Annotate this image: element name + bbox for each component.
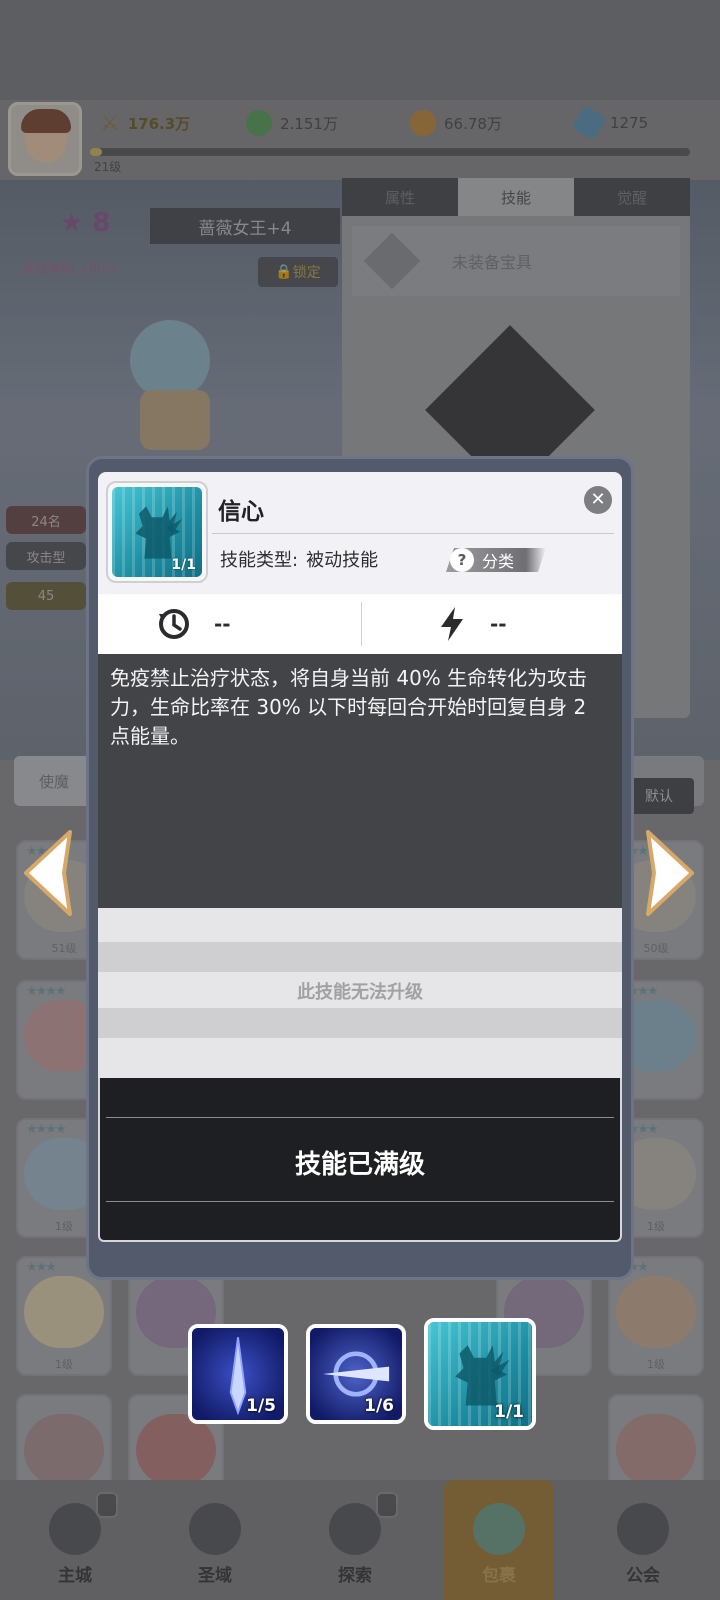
skill-type-value: 被动技能 xyxy=(306,550,379,571)
skill-icon-art: 1/1 xyxy=(112,487,202,577)
upgrade-stripe xyxy=(98,942,622,972)
skill-type-row: 技能类型: 被动技能 xyxy=(220,546,378,572)
skill-description-box: 免疫禁止治疗状态，将自身当前 40% 生命转化为攻击力，生命比率在 30% 以下… xyxy=(98,654,622,908)
lightning-icon xyxy=(441,607,463,641)
energy-stat: -- xyxy=(436,602,507,646)
divider xyxy=(106,1201,614,1202)
skill-description: 免疫禁止治疗状态，将自身当前 40% 生命转化为攻击力，生命比率在 30% 以下… xyxy=(110,666,588,748)
cooldown-value: -- xyxy=(214,612,231,636)
skill-type-label: 技能类型: xyxy=(220,550,299,571)
game-screen: ⚔ 176.3万 2.151万 66.78万 1275 21级 ★ 8 蔷薇女王… xyxy=(0,0,720,1600)
category-label: 分类 xyxy=(482,552,515,571)
skill-slot-count: 1/1 xyxy=(494,1402,524,1422)
demon-silhouette-icon xyxy=(135,506,183,559)
divider xyxy=(361,602,362,646)
chevron-right-icon xyxy=(646,830,694,916)
energy-value: -- xyxy=(490,612,507,636)
skill-slot-count: 1/6 xyxy=(364,1396,394,1416)
skill-count-badge: 1/1 xyxy=(171,557,196,573)
skill-slot-3[interactable]: 1/1 xyxy=(424,1318,536,1430)
cooldown-stat: -- xyxy=(156,602,231,646)
chevron-left-icon xyxy=(24,830,72,916)
question-icon: ? xyxy=(450,548,474,572)
category-button[interactable]: ? 分类 xyxy=(446,546,546,574)
skill-name: 信心 xyxy=(218,499,264,525)
skill-maxed-label: 技能已满级 xyxy=(294,1150,425,1180)
skill-icon-large: 1/1 xyxy=(106,481,208,583)
divider xyxy=(106,1117,614,1118)
skill-slot-2[interactable]: 1/6 xyxy=(306,1324,406,1424)
prev-hero-button[interactable] xyxy=(18,828,78,918)
upgrade-stripe xyxy=(98,1008,622,1038)
next-hero-button[interactable] xyxy=(640,828,700,918)
skill-slot-1[interactable]: 1/5 xyxy=(188,1324,288,1424)
divider xyxy=(212,533,614,534)
demon-silhouette-icon xyxy=(455,1344,510,1406)
cooldown-clock-icon xyxy=(159,609,189,639)
close-button[interactable]: ✕ xyxy=(584,486,612,514)
upgrade-unavailable-note: 此技能无法升级 xyxy=(297,982,423,1003)
skill-slot-count: 1/5 xyxy=(246,1396,276,1416)
